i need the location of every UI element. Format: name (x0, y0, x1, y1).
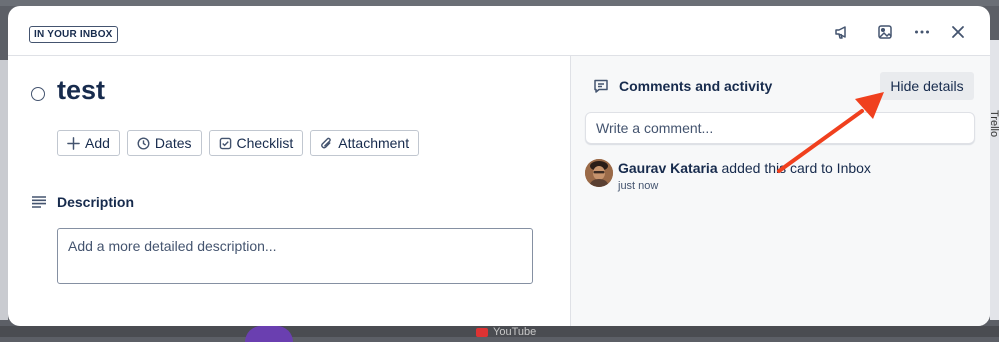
paperclip-icon (321, 137, 332, 148)
more-button[interactable] (910, 20, 934, 44)
attachment-button[interactable]: Attachment (310, 130, 420, 156)
backdrop-left-edge (0, 60, 8, 320)
backdrop-right-edge (990, 40, 999, 320)
activity-timestamp[interactable]: just now (618, 180, 658, 192)
inbox-badge: IN YOUR INBOX (29, 26, 118, 43)
card-title[interactable]: test (57, 75, 105, 106)
avatar[interactable] (585, 159, 613, 187)
activity-panel: Comments and activity Hide details Write… (570, 56, 990, 326)
description-heading: Description (57, 194, 135, 210)
add-button[interactable]: Add (57, 130, 120, 156)
description-icon (32, 196, 46, 208)
hide-details-button[interactable]: Hide details (880, 72, 974, 100)
activity-entry: Gaurav Kataria added this card to Inbox (618, 160, 871, 176)
complete-checkbox[interactable] (31, 87, 45, 101)
more-icon (915, 30, 929, 34)
attachment-label: Attachment (338, 135, 410, 151)
announce-button[interactable] (830, 20, 854, 44)
youtube-label: YouTube (493, 326, 537, 338)
dates-button[interactable]: Dates (126, 130, 202, 156)
dates-label: Dates (154, 135, 192, 151)
activity-user[interactable]: Gaurav Kataria (618, 160, 718, 176)
image-icon (878, 25, 892, 39)
checklist-label: Checklist (236, 135, 294, 151)
close-button[interactable] (946, 20, 970, 44)
youtube-icon (476, 327, 488, 337)
card-actions: Add Dates Checklist Attachment (57, 130, 420, 156)
activity-heading: Comments and activity (619, 78, 773, 94)
checkbox-icon (219, 137, 231, 149)
backdrop-youtube: YouTube (476, 326, 536, 338)
avatar-photo (585, 159, 613, 187)
backdrop-purple-shape (245, 326, 293, 342)
activity-action: added this card to Inbox (717, 160, 871, 176)
add-label: Add (85, 135, 110, 151)
checklist-button[interactable]: Checklist (208, 130, 304, 156)
card-modal: IN YOUR INBOX test Add Dates Checklist A… (8, 6, 990, 326)
description-input[interactable]: Add a more detailed description... (57, 228, 533, 284)
cover-button[interactable] (873, 20, 897, 44)
megaphone-icon (835, 26, 846, 39)
modal-header: IN YOUR INBOX (8, 6, 990, 56)
close-icon (952, 26, 964, 38)
clock-icon (137, 137, 150, 149)
comment-icon (594, 79, 608, 93)
card-details: test Add Dates Checklist Attachment Desc… (8, 56, 570, 326)
plus-icon (67, 136, 80, 150)
comment-input[interactable]: Write a comment... (585, 112, 975, 144)
